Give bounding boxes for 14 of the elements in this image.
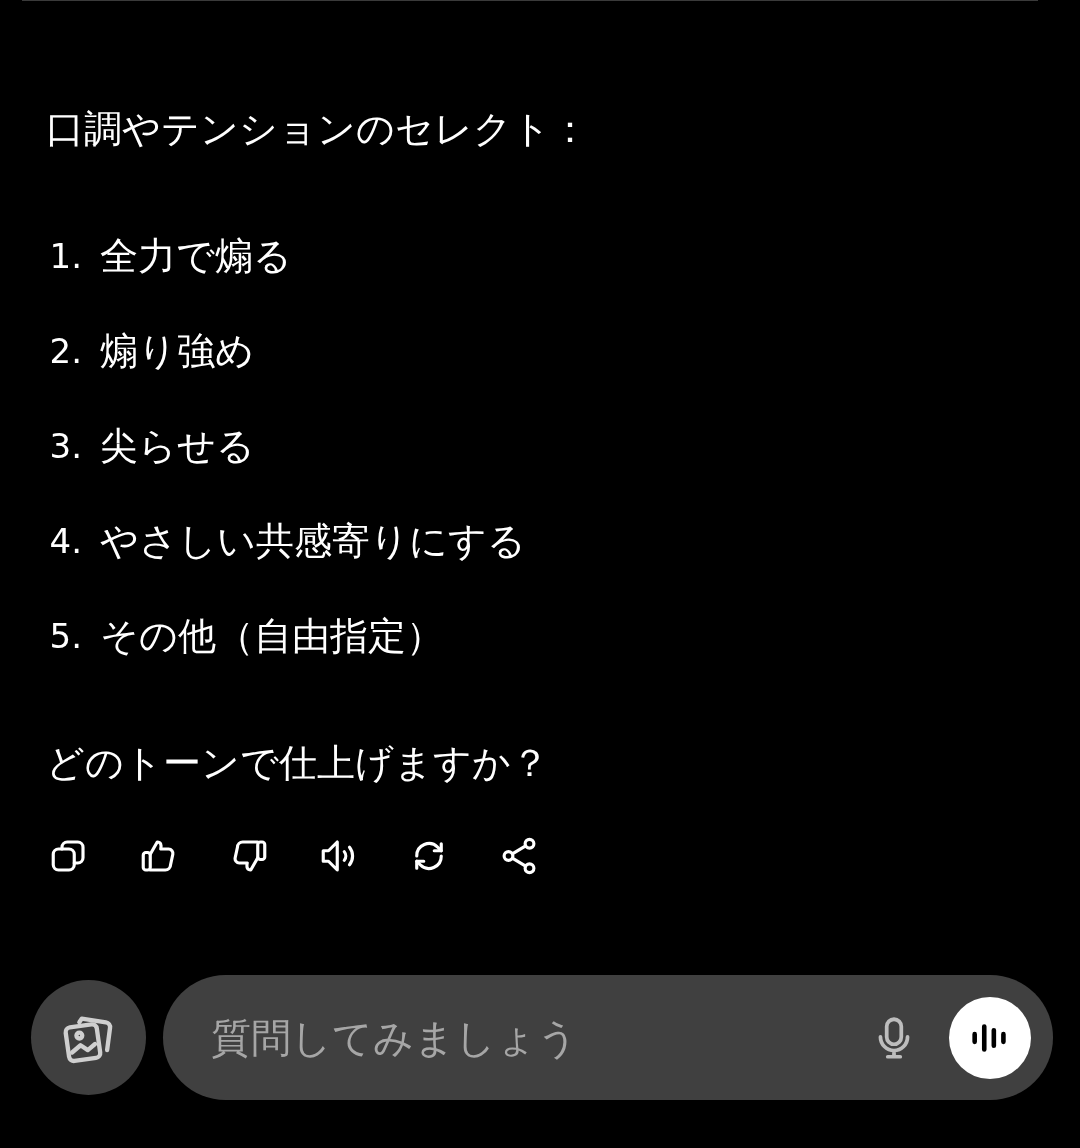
- option-text: 尖らせる: [100, 423, 255, 470]
- message-heading: 口調やテンションのセレクト：: [46, 106, 590, 153]
- composer-bar[interactable]: 質問してみましょう: [163, 975, 1053, 1100]
- list-number: 1.: [48, 236, 83, 276]
- list-number: 3.: [48, 426, 83, 466]
- option-text: 煽り強め: [100, 328, 254, 375]
- question-input[interactable]: 質問してみましょう: [209, 1013, 869, 1062]
- list-number: 4.: [48, 521, 83, 561]
- option-text: 全力で煽る: [100, 233, 292, 280]
- list-number: 2.: [48, 331, 83, 371]
- question-text: どのトーンで仕上げますか？: [46, 740, 550, 787]
- list-number: 5.: [48, 616, 83, 656]
- option-text: その他（自由指定）: [100, 613, 444, 660]
- option-text: やさしい共感寄りにする: [100, 518, 526, 565]
